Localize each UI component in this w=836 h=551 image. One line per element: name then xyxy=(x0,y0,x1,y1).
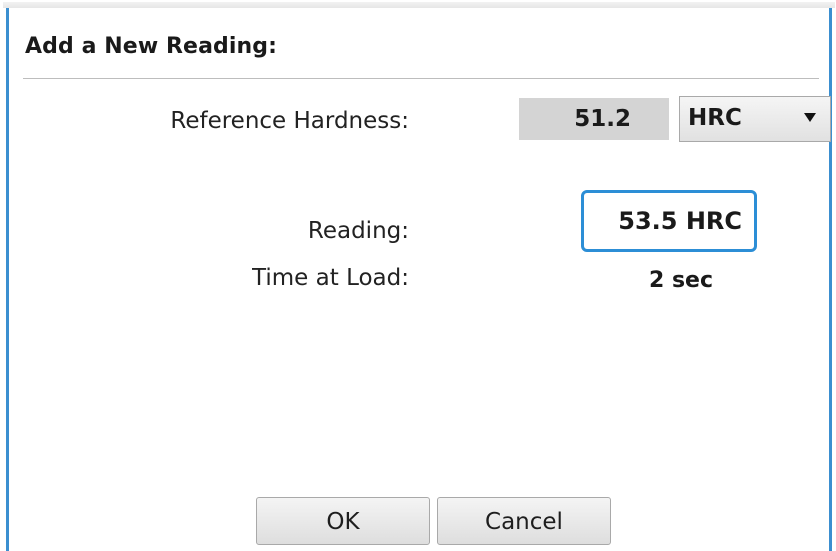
hardness-scale-dropdown[interactable]: HRC xyxy=(679,96,831,142)
reading-label: Reading: xyxy=(307,218,409,244)
reference-hardness-label: Reference Hardness: xyxy=(170,108,409,134)
reading-field[interactable]: 53.5 HRC xyxy=(581,190,757,252)
ok-button[interactable]: OK xyxy=(256,497,430,545)
add-reading-dialog: Add a New Reading: Reference Hardness: 5… xyxy=(3,2,835,551)
time-at-load-value: 2 sec xyxy=(649,268,714,293)
dialog-title: Add a New Reading: xyxy=(25,34,278,59)
time-at-load-label: Time at Load: xyxy=(252,265,409,289)
title-divider xyxy=(23,78,819,79)
hardness-scale-selected: HRC xyxy=(688,105,742,131)
cancel-button[interactable]: Cancel xyxy=(437,497,611,545)
chevron-down-icon xyxy=(804,113,816,122)
reference-hardness-value: 51.2 xyxy=(519,98,669,140)
